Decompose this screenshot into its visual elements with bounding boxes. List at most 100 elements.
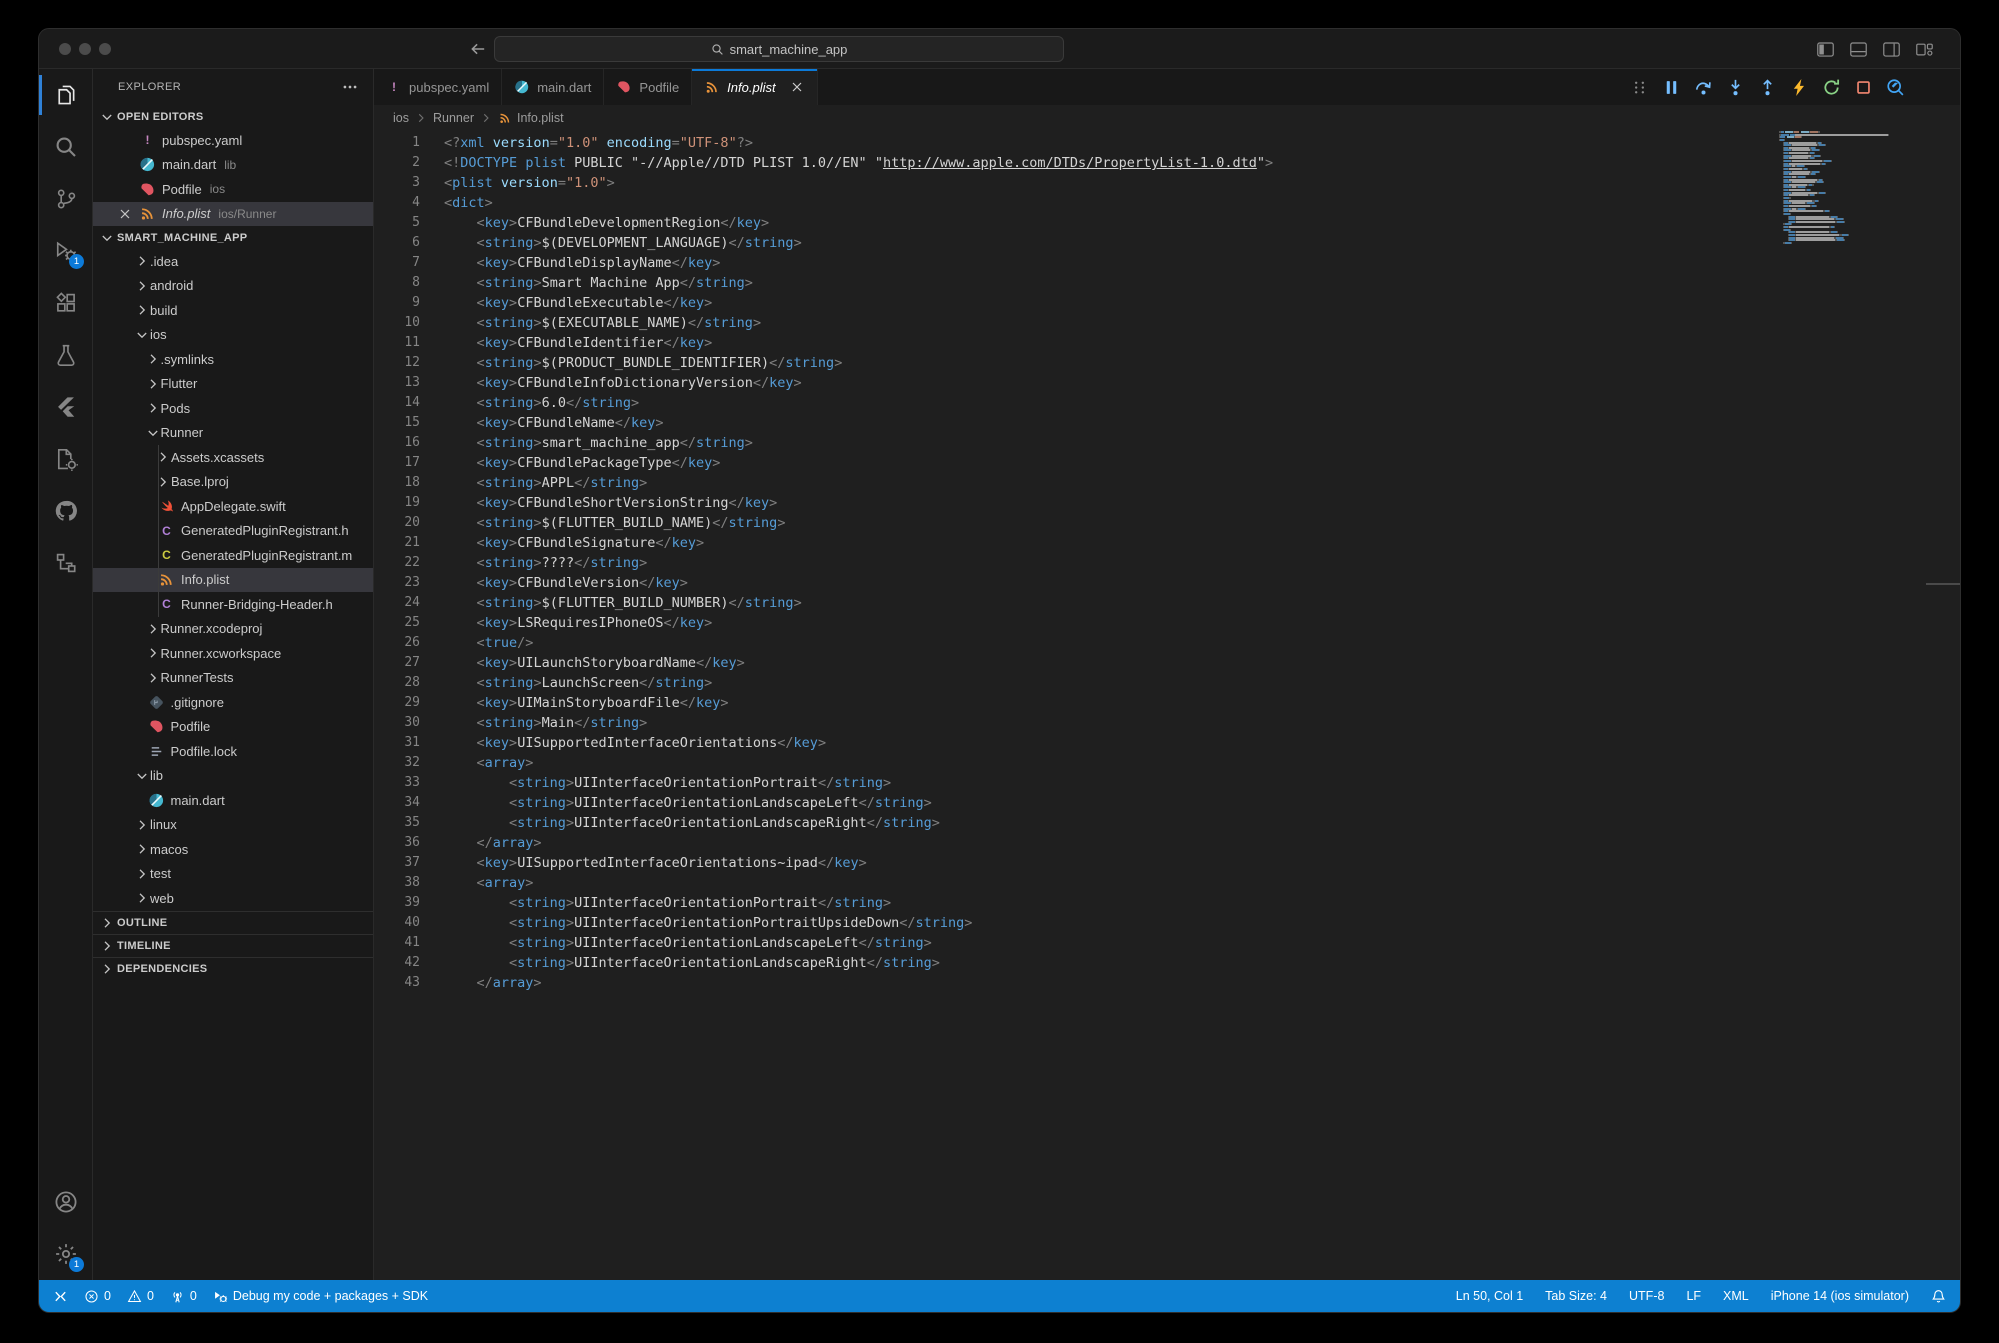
tab-pubspec.yaml[interactable]: !pubspec.yaml: [374, 69, 502, 105]
code-line-13: 13 <key>CFBundleInfoDictionaryVersion</k…: [374, 373, 1960, 393]
gripper-icon[interactable]: [1630, 78, 1649, 97]
tree-item-lib[interactable]: lib: [93, 764, 373, 789]
activity-item-project-manager[interactable]: [39, 433, 92, 485]
activity-item-run-debug[interactable]: 1: [39, 225, 92, 277]
project-root-header[interactable]: SMART_MACHINE_APP: [93, 226, 373, 249]
minimize-window-button[interactable]: [79, 43, 91, 55]
open-editor-podfile[interactable]: Podfileios: [93, 177, 373, 202]
step-over-icon[interactable]: [1694, 78, 1713, 97]
line-number: 25: [374, 613, 420, 633]
tree-item-podfile[interactable]: Podfile: [93, 715, 373, 740]
close-editor-icon[interactable]: [117, 206, 133, 222]
toggle-sidebar-icon[interactable]: [1816, 40, 1835, 59]
activity-item-source-control[interactable]: [39, 173, 92, 225]
minimap[interactable]: [1779, 131, 1919, 245]
status-notifications[interactable]: [1931, 1289, 1946, 1304]
tree-item-web[interactable]: web: [93, 886, 373, 911]
activity-item-search[interactable]: [39, 121, 92, 173]
tree-item-label: android: [150, 278, 193, 293]
breadcrumb-item[interactable]: ios: [393, 111, 409, 125]
tree-item-runner-bridging-header.h[interactable]: CRunner-Bridging-Header.h: [93, 592, 373, 617]
activity-item-explorer[interactable]: [39, 69, 92, 121]
status-indentation[interactable]: Tab Size: 4: [1545, 1289, 1607, 1303]
customize-layout-icon[interactable]: [1915, 40, 1934, 59]
activity-item-accounts[interactable]: [39, 1176, 92, 1228]
activity-item-github[interactable]: [39, 485, 92, 537]
section-outline[interactable]: OUTLINE: [93, 911, 373, 934]
section-timeline[interactable]: TIMELINE: [93, 934, 373, 957]
breadcrumb-item[interactable]: Info.plist: [517, 111, 564, 125]
breadcrumb-item[interactable]: Runner: [433, 111, 474, 125]
tab-info.plist[interactable]: Info.plist: [692, 69, 817, 105]
open-editor-pubspec.yaml[interactable]: !pubspec.yaml: [93, 128, 373, 153]
status-warnings[interactable]: 0: [127, 1289, 154, 1304]
toggle-secondary-sidebar-icon[interactable]: [1882, 40, 1901, 59]
status-device[interactable]: iPhone 14 (ios simulator): [1771, 1289, 1909, 1303]
tree-item-base.lproj[interactable]: Base.lproj: [93, 470, 373, 495]
tab-main.dart[interactable]: main.dart: [502, 69, 604, 105]
pause-icon[interactable]: [1662, 78, 1681, 97]
tree-item-linux[interactable]: linux: [93, 813, 373, 838]
restart-icon[interactable]: [1822, 78, 1841, 97]
code-line-16: 16 <string>smart_machine_app</string>: [374, 433, 1960, 453]
tree-item-runner[interactable]: Runner: [93, 421, 373, 446]
open-editor-main.dart[interactable]: main.dartlib: [93, 153, 373, 178]
step-into-icon[interactable]: [1726, 78, 1745, 97]
status-debug-config[interactable]: Debug my code + packages + SDK: [213, 1289, 428, 1304]
code-editor[interactable]: 1<?xml version="1.0" encoding="UTF-8"?>2…: [374, 131, 1960, 1280]
tree-item-appdelegate.swift[interactable]: AppDelegate.swift: [93, 494, 373, 519]
chevron-right-icon: [145, 351, 161, 367]
tree-item-podfile.lock[interactable]: Podfile.lock: [93, 739, 373, 764]
hot-reload-icon[interactable]: [1790, 78, 1809, 97]
activity-item-flutter[interactable]: [39, 381, 92, 433]
zoom-window-button[interactable]: [99, 43, 111, 55]
tree-item-.idea[interactable]: .idea: [93, 249, 373, 274]
activity-item-testing[interactable]: [39, 329, 92, 381]
open-editor-path: ios: [210, 182, 225, 196]
status-label: UTF-8: [1629, 1289, 1664, 1303]
code-line-42: 42 <string>UIInterfaceOrientationLandsca…: [374, 953, 1960, 973]
tree-item-ios[interactable]: ios: [93, 323, 373, 348]
status-encoding[interactable]: UTF-8: [1629, 1289, 1664, 1303]
status-errors[interactable]: 0: [84, 1289, 111, 1304]
tree-item-.gitignore[interactable]: .gitignore: [93, 690, 373, 715]
tree-item-info.plist[interactable]: Info.plist: [93, 568, 373, 593]
tree-item-flutter[interactable]: Flutter: [93, 372, 373, 397]
tree-item-runner.xcworkspace[interactable]: Runner.xcworkspace: [93, 641, 373, 666]
tree-item-android[interactable]: android: [93, 274, 373, 299]
tab-podfile[interactable]: Podfile: [604, 69, 692, 105]
more-actions-icon[interactable]: [341, 78, 359, 96]
flutter-inspector-icon[interactable]: [1886, 78, 1905, 97]
section-dependencies[interactable]: DEPENDENCIES: [93, 957, 373, 980]
toggle-panel-icon[interactable]: [1849, 40, 1868, 59]
tree-item-macos[interactable]: macos: [93, 837, 373, 862]
tree-item-assets.xcassets[interactable]: Assets.xcassets: [93, 445, 373, 470]
command-center-search[interactable]: smart_machine_app: [494, 36, 1064, 62]
back-arrow-icon[interactable]: [469, 40, 487, 58]
open-editor-info.plist[interactable]: Info.plistios/Runner: [93, 202, 373, 227]
status-ports[interactable]: 0: [170, 1289, 197, 1304]
step-out-icon[interactable]: [1758, 78, 1777, 97]
tree-item-build[interactable]: build: [93, 298, 373, 323]
tree-item-runnertests[interactable]: RunnerTests: [93, 666, 373, 691]
stop-icon[interactable]: [1854, 78, 1873, 97]
activity-item-extensions[interactable]: [39, 277, 92, 329]
tree-item-.symlinks[interactable]: .symlinks: [93, 347, 373, 372]
close-tab-icon[interactable]: [789, 79, 805, 95]
status-cursor-position[interactable]: Ln 50, Col 1: [1456, 1289, 1523, 1303]
activity-item-references[interactable]: [39, 537, 92, 589]
status-eol[interactable]: LF: [1686, 1289, 1701, 1303]
status-language-mode[interactable]: XML: [1723, 1289, 1749, 1303]
tree-item-generatedpluginregistrant.m[interactable]: CGeneratedPluginRegistrant.m: [93, 543, 373, 568]
status-remote[interactable]: [53, 1289, 68, 1304]
tree-item-test[interactable]: test: [93, 862, 373, 887]
tree-item-pods[interactable]: Pods: [93, 396, 373, 421]
tree-item-generatedpluginregistrant.h[interactable]: CGeneratedPluginRegistrant.h: [93, 519, 373, 544]
tree-item-runner.xcodeproj[interactable]: Runner.xcodeproj: [93, 617, 373, 642]
tree-item-label: Runner-Bridging-Header.h: [181, 597, 333, 612]
code-line-25: 25 <key>LSRequiresIPhoneOS</key>: [374, 613, 1960, 633]
activity-item-settings[interactable]: 1: [39, 1228, 92, 1280]
open-editors-header[interactable]: OPEN EDITORS: [93, 105, 373, 128]
tree-item-main.dart[interactable]: main.dart: [93, 788, 373, 813]
close-window-button[interactable]: [59, 43, 71, 55]
